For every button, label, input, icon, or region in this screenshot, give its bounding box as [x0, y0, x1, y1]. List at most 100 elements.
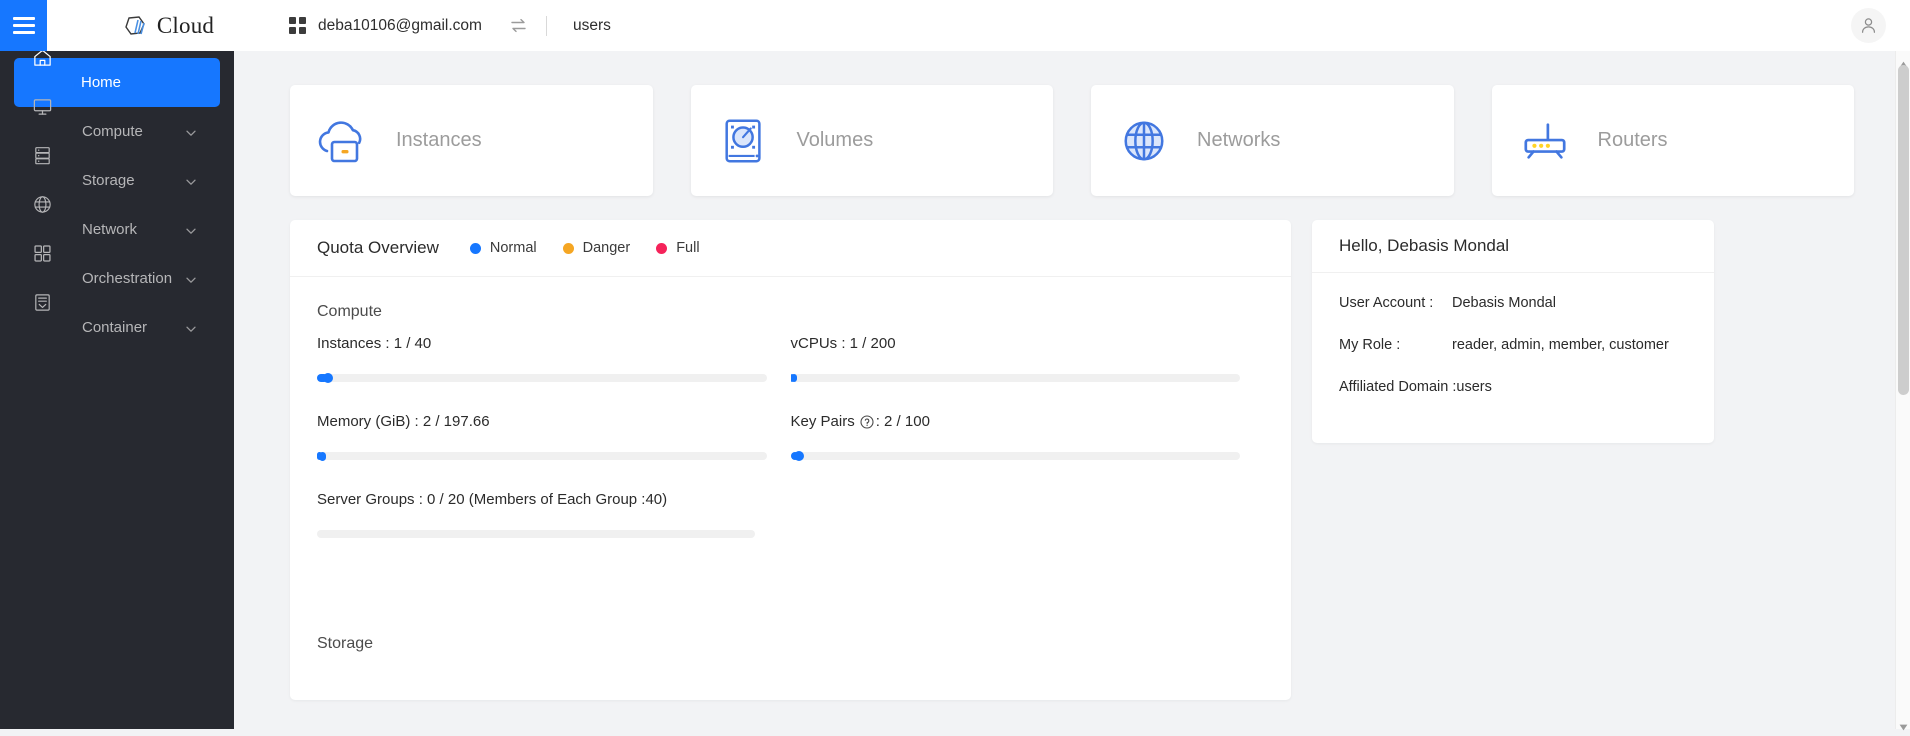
legend-label: Full	[676, 240, 700, 256]
resource-card-volumes[interactable]: Volumes	[690, 85, 1053, 196]
quota-section-title-storage: Storage	[317, 635, 374, 652]
main-content: Instances Volumes Networks Routers Quota…	[234, 51, 1910, 729]
chevron-down-icon	[185, 126, 197, 138]
brand-title: Cloud	[156, 12, 215, 38]
breadcrumb-divider	[545, 15, 547, 36]
user-avatar-button[interactable]	[1851, 8, 1886, 43]
user-info-key: My Role :	[1339, 337, 1401, 353]
user-avatar-icon	[1860, 17, 1877, 34]
resource-card-routers[interactable]: Routers	[1491, 85, 1854, 196]
top-bar: Cloud deba10106@gmail.com users	[0, 0, 1910, 51]
quota-progress-track	[317, 530, 755, 538]
quota-progress-track	[790, 451, 1240, 461]
quota-progress-track	[790, 374, 1240, 382]
resource-card-label: Instances	[396, 129, 482, 151]
container-box-icon	[31, 291, 53, 313]
router-icon	[1492, 117, 1598, 165]
quota-items-grid: Instances : 1 / 40 vCPUs : 1 / 200 Memor…	[317, 335, 1264, 569]
resource-card-label: Networks	[1197, 129, 1281, 151]
legend-item-normal[interactable]: Normal	[469, 240, 537, 256]
sidebar-item-label: Container	[82, 319, 148, 336]
resource-card-networks[interactable]: Networks	[1091, 85, 1454, 196]
chevron-down-icon	[185, 273, 197, 285]
monitor-icon	[31, 95, 53, 117]
resource-card-instances[interactable]: Instances	[290, 85, 653, 196]
quota-progress-dot	[790, 374, 797, 382]
sidebar-item-label: Storage	[82, 172, 135, 189]
home-icon	[31, 51, 53, 68]
quota-item-memory: Memory (GiB) : 2 / 197.66	[317, 413, 791, 482]
page-scrollbar[interactable]	[1895, 51, 1910, 731]
resource-card-label: Volumes	[796, 129, 874, 151]
context-breadcrumb: deba10106@gmail.com users	[289, 9, 611, 43]
sidebar-item-label: Network	[82, 221, 138, 238]
volume-disk-icon	[691, 116, 797, 166]
brand-logo-area[interactable]: Cloud	[47, 0, 287, 51]
chevron-down-icon	[185, 322, 197, 334]
legend-item-full[interactable]: Full	[656, 240, 700, 256]
quota-progress-dot	[323, 373, 334, 383]
grid-squares-icon	[31, 242, 53, 264]
quota-item-label: Key Pairs : 2 / 100	[791, 413, 1241, 430]
quota-progress-dot	[794, 451, 805, 461]
hamburger-line	[12, 31, 35, 34]
quota-progress-dot	[318, 451, 326, 461]
server-icon	[31, 144, 53, 166]
sidebar-navigation: Home Compute Storage Network Orchestrati…	[0, 51, 234, 729]
user-info-row-role: My Role : reader, admin, member, custome…	[1339, 337, 1687, 353]
resource-cards-row: Instances Volumes Networks Routers	[290, 85, 1854, 196]
quota-item-label: Instances : 1 / 40	[317, 335, 432, 352]
user-info-row-account: User Account : Debasis Mondal	[1339, 295, 1687, 311]
legend-item-danger[interactable]: Danger	[562, 240, 631, 256]
sidebar-item-container[interactable]: Container	[14, 293, 220, 352]
user-info-value: Debasis Mondal	[1452, 295, 1556, 311]
quota-legend: Normal Danger Full	[469, 240, 700, 256]
quota-panel-body: Compute Instances : 1 / 40 vCPUs : 1 / 2…	[290, 277, 1291, 653]
chevron-down-icon	[185, 224, 197, 236]
grid-icon[interactable]	[289, 17, 306, 34]
dashboard-lower-row: Quota Overview Normal Danger Full Comput…	[290, 220, 1854, 700]
quota-progress-track	[317, 451, 767, 461]
quota-item-label: Server Groups : 0 / 20 (Members of Each …	[317, 491, 668, 508]
cloud-logo-icon	[120, 11, 150, 41]
quota-panel-title: Quota Overview	[317, 238, 439, 257]
legend-dot-full	[656, 242, 668, 254]
scroll-down-arrow-icon[interactable]	[1899, 718, 1908, 731]
scroll-up-arrow-icon[interactable]	[1899, 55, 1908, 68]
hamburger-line	[12, 17, 35, 20]
legend-dot-normal	[469, 242, 481, 254]
chevron-down-icon	[185, 175, 197, 187]
help-circle-icon[interactable]	[860, 414, 874, 429]
legend-dot-danger	[562, 242, 574, 254]
legend-label: Danger	[582, 240, 631, 256]
quota-item-label-suffix: : 2 / 100	[875, 413, 930, 430]
quota-item-key-pairs: Key Pairs : 2 / 100	[790, 413, 1265, 482]
quota-progress-track	[317, 373, 767, 383]
quota-item-label-text: Key Pairs	[790, 413, 855, 430]
sidebar-item-label: Home	[81, 74, 122, 91]
user-info-body: User Account : Debasis Mondal My Role : …	[1312, 273, 1714, 395]
user-info-value: users	[1456, 379, 1492, 395]
sidebar-item-label: Orchestration	[82, 270, 173, 287]
user-info-title: Hello, Debasis Mondal	[1312, 220, 1714, 273]
hamburger-line	[12, 24, 35, 27]
quota-item-instances: Instances : 1 / 40	[317, 335, 791, 404]
quota-overview-panel: Quota Overview Normal Danger Full Comput…	[290, 220, 1291, 700]
switch-project-button[interactable]	[502, 9, 536, 43]
cloud-instance-icon	[290, 115, 396, 167]
quota-item-label: vCPUs : 1 / 200	[790, 335, 896, 352]
quota-section-title-compute: Compute	[317, 303, 382, 320]
account-email[interactable]: deba10106@gmail.com	[318, 17, 482, 35]
user-info-panel: Hello, Debasis Mondal User Account : Deb…	[1312, 220, 1714, 443]
menu-toggle-button[interactable]	[0, 0, 47, 51]
legend-label: Normal	[489, 240, 537, 256]
scrollbar-thumb[interactable]	[1898, 65, 1909, 395]
user-info-key: User Account :	[1339, 295, 1434, 311]
user-info-value: reader, admin, member, customer	[1452, 337, 1669, 353]
quota-panel-header: Quota Overview Normal Danger Full	[290, 220, 1291, 277]
swap-icon	[510, 18, 527, 33]
resource-card-label: Routers	[1597, 129, 1668, 151]
quota-item-label: Memory (GiB) : 2 / 197.66	[317, 413, 490, 430]
quota-item-vcpus: vCPUs : 1 / 200	[790, 335, 1265, 404]
domain-name[interactable]: users	[573, 17, 611, 35]
